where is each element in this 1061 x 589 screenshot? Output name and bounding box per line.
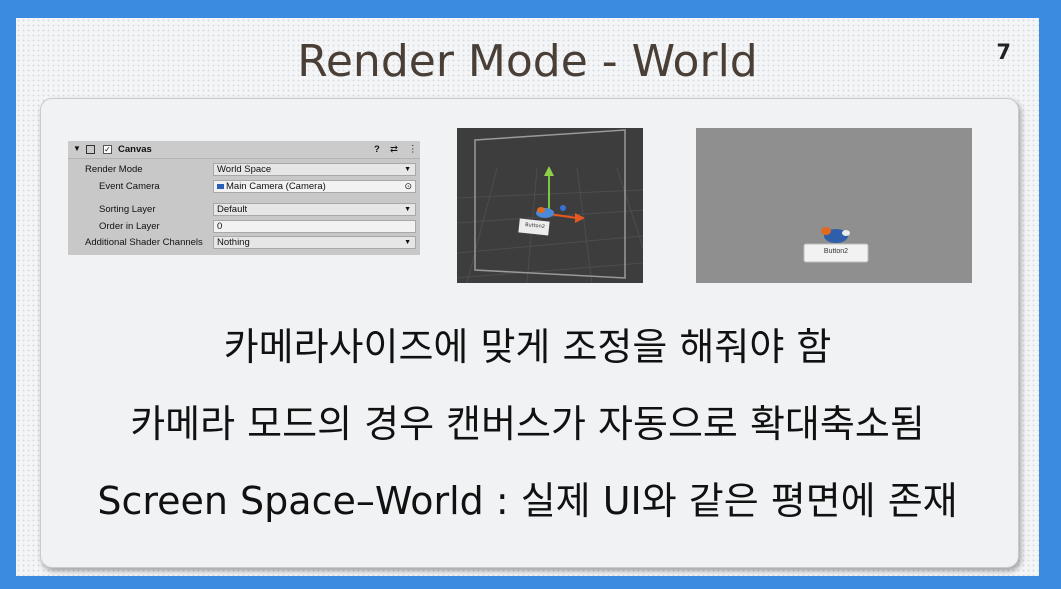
order-in-layer-value: 0 <box>217 221 223 232</box>
menu-dots-icon[interactable]: ⋮ <box>408 144 418 155</box>
order-in-layer-label: Order in Layer <box>99 221 160 232</box>
shader-channels-value: Nothing <box>217 237 250 248</box>
game-view[interactable]: Button2 <box>696 128 972 283</box>
event-camera-label: Event Camera <box>99 181 160 192</box>
order-in-layer-field[interactable]: 0 <box>213 220 416 233</box>
dropdown-arrow-icon: ▼ <box>404 166 411 173</box>
shader-channels-dropdown[interactable]: Nothing ▼ <box>213 236 416 249</box>
scene-grid-graphic <box>457 129 643 283</box>
text-line-3: Screen Space–World : 실제 UI와 같은 평면에 존재 <box>97 479 958 523</box>
component-enabled-checkbox[interactable]: ✓ <box>103 145 112 154</box>
slide-title: Render Mode - World <box>297 36 758 87</box>
dropdown-arrow-icon: ▼ <box>404 239 411 246</box>
foldout-arrow-icon[interactable]: ▼ <box>73 144 81 153</box>
help-icon[interactable]: ? <box>374 144 380 155</box>
render-mode-label: Render Mode <box>85 164 143 175</box>
dropdown-arrow-icon: ▼ <box>404 206 411 213</box>
camera-icon <box>217 183 224 189</box>
shader-channels-label: Additional Shader Channels <box>85 237 203 248</box>
component-header[interactable]: ▼ ✓ Canvas ? ⇄ ⋮ <box>68 141 420 159</box>
text-line-2: 카메라 모드의 경우 캔버스가 자동으로 확대축소됨 <box>130 402 925 446</box>
object-picker-icon[interactable]: ⊙ <box>404 181 412 192</box>
canvas-inspector: ▼ ✓ Canvas ? ⇄ ⋮ Render Mode World Space… <box>68 141 420 255</box>
game-button-label: Button2 <box>823 248 849 255</box>
sorting-layer-label: Sorting Layer <box>99 204 156 215</box>
event-camera-field[interactable]: Main Camera (Camera) ⊙ <box>213 180 416 193</box>
sorting-layer-dropdown[interactable]: Default ▼ <box>213 203 416 216</box>
game-character-graphic <box>803 227 869 263</box>
page-number: 7 <box>996 40 1011 64</box>
scene-view[interactable]: Button2 <box>457 128 643 283</box>
canvas-component-icon <box>86 145 95 154</box>
render-mode-value: World Space <box>217 164 272 175</box>
slide: Render Mode - World 7 ▼ ✓ Canvas ? ⇄ ⋮ R… <box>16 18 1039 576</box>
render-mode-dropdown[interactable]: World Space ▼ <box>213 163 416 176</box>
component-name: Canvas <box>118 144 152 155</box>
event-camera-value: Main Camera (Camera) <box>226 181 326 192</box>
preset-icon[interactable]: ⇄ <box>390 144 398 155</box>
sorting-layer-value: Default <box>217 204 248 215</box>
text-line-1: 카메라사이즈에 맞게 조정을 해줘야 함 <box>223 325 832 369</box>
